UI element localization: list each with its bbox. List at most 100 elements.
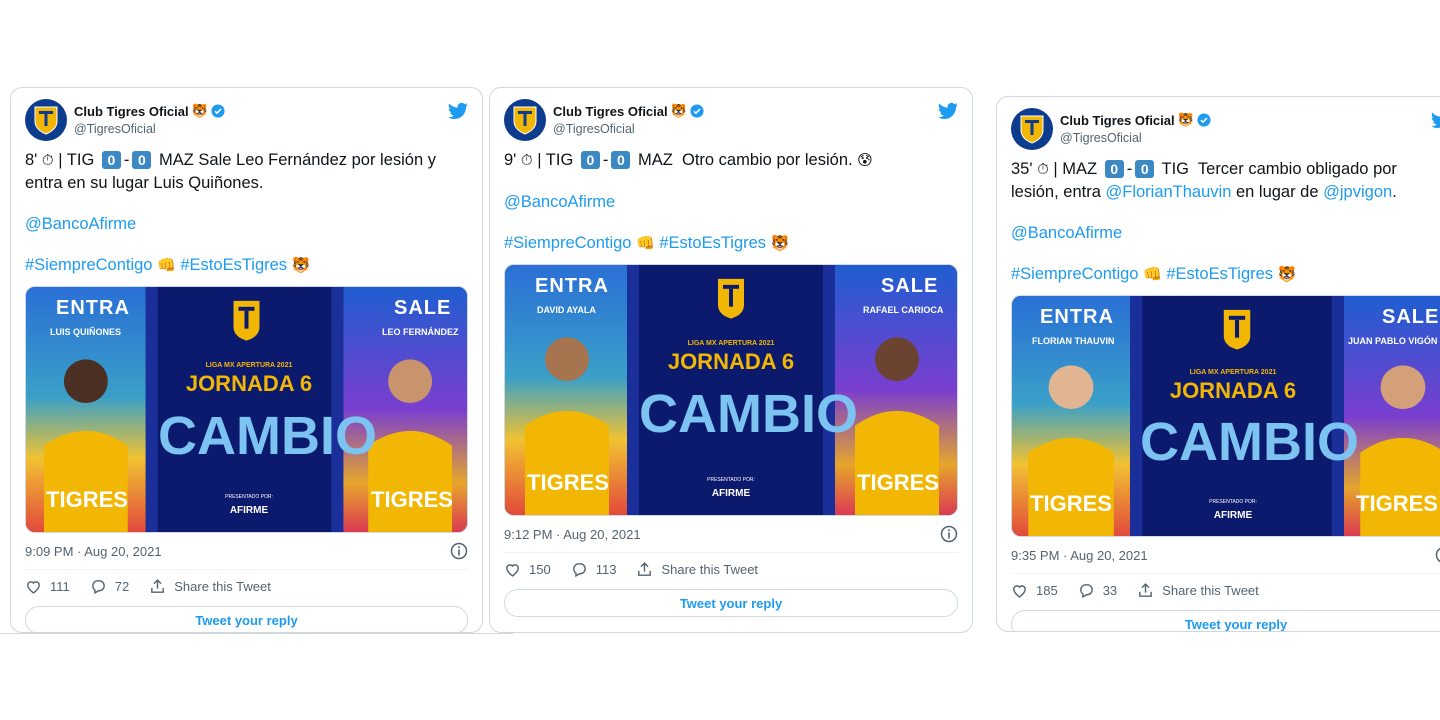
like-button[interactable]: 150 — [504, 561, 551, 578]
info-icon[interactable] — [1435, 546, 1440, 564]
avatar[interactable] — [1011, 108, 1053, 150]
card-sponsor: AFIRME — [229, 505, 269, 516]
hashtag-line: #SiempreContigo 👊 #EstoEsTigres 🐯 — [1011, 263, 1440, 286]
timestamp[interactable]: 9:35 PM · Aug 20, 2021 — [1011, 548, 1148, 563]
hashtag-link[interactable]: #SiempreContigo — [25, 256, 153, 274]
divider — [0, 633, 513, 634]
card-matchday: JORNADA 6 — [1169, 378, 1297, 403]
verified-badge-icon — [1197, 113, 1211, 127]
card-sponsor: AFIRME — [711, 488, 751, 499]
tweet-header: Club Tigres Oficial 🐯 @TigresOficial — [1011, 97, 1440, 157]
club-crest-icon — [1020, 115, 1044, 144]
mention-link[interactable]: @BancoAfirme — [504, 191, 958, 213]
tweet-card[interactable]: Club Tigres Oficial 🐯 @TigresOficial 35'… — [996, 96, 1440, 632]
hashtag-link[interactable]: #SiempreContigo — [504, 234, 632, 252]
twitter-bird-icon[interactable] — [1431, 111, 1440, 129]
heart-icon — [1013, 584, 1026, 598]
display-name-row[interactable]: Club Tigres Oficial 🐯 — [74, 103, 225, 119]
like-button[interactable]: 111 — [25, 578, 70, 595]
timestamp[interactable]: 9:09 PM · Aug 20, 2021 — [25, 544, 162, 559]
fist-emoji: 👊 — [1143, 266, 1162, 283]
card-jersey-text: TIGRES — [371, 487, 453, 512]
text-line-1: 35' ⏱ | MAZ 0-0 TIG Tercer cambio obliga… — [1011, 160, 1397, 178]
share-button[interactable]: Share this Tweet — [1137, 582, 1259, 599]
tweet-header: Club Tigres Oficial 🐯 @TigresOficial — [504, 88, 958, 148]
card-jersey-text: TIGRES — [857, 470, 939, 495]
display-name[interactable]: Club Tigres Oficial — [1060, 113, 1175, 128]
substitution-graphic[interactable]: ENTRA LUIS QUIÑONES SALE LEO FERNÁNDEZ L… — [25, 286, 468, 533]
tweet-header: Club Tigres Oficial 🐯 @TigresOficial — [25, 88, 468, 148]
text-line-1: 8' ⏱ | TIG 0-0 MAZ Sale Leo Fernández po… — [25, 151, 436, 169]
like-count: 111 — [50, 578, 70, 594]
tweet-your-reply-button[interactable]: Tweet your reply — [1011, 610, 1440, 631]
hashtag-link[interactable]: #SiempreContigo — [1011, 265, 1139, 283]
stopwatch-emoji: ⏱ — [41, 152, 54, 169]
timestamp[interactable]: 9:12 PM · Aug 20, 2021 — [504, 527, 641, 542]
card-out-label: SALE — [394, 297, 452, 319]
info-icon[interactable] — [940, 525, 958, 543]
display-name-row[interactable]: Club Tigres Oficial 🐯 — [553, 103, 704, 119]
hashtag-link[interactable]: #EstoEsTigres — [1166, 265, 1273, 283]
handle[interactable]: @TigresOficial — [553, 122, 704, 136]
reply-count-button[interactable]: 33 — [1078, 582, 1117, 599]
tweet-your-reply-button[interactable]: Tweet your reply — [25, 606, 468, 632]
card-in-label: ENTRA — [1040, 306, 1114, 328]
mention-link[interactable]: @jpvigon — [1323, 183, 1392, 201]
hashtag-link[interactable]: #EstoEsTigres — [659, 234, 766, 252]
share-button[interactable]: Share this Tweet — [149, 578, 271, 595]
fist-emoji: 👊 — [157, 257, 176, 274]
heart-icon — [27, 580, 40, 594]
card-out-player: RAFAEL CARIOCA — [863, 305, 944, 315]
text-line-2: lesión, entra @FlorianThauvin en lugar d… — [1011, 183, 1397, 201]
substitution-graphic[interactable]: ENTRA DAVID AYALA SALE RAFAEL CARIOCA LI… — [504, 264, 958, 516]
mention-link[interactable]: @BancoAfirme — [1011, 222, 1440, 244]
club-crest-icon — [34, 106, 58, 135]
card-league: LIGA MX APERTURA 2021 — [687, 340, 775, 347]
avatar[interactable] — [25, 99, 67, 141]
card-out-label: SALE — [881, 275, 939, 297]
share-label: Share this Tweet — [661, 561, 759, 577]
tweet-your-reply-button[interactable]: Tweet your reply — [504, 589, 958, 617]
mention-link[interactable]: @BancoAfirme — [25, 213, 468, 235]
hashtag-line: #SiempreContigo 👊 #EstoEsTigres 🐯 — [25, 254, 468, 277]
action-bar: 150 113 Share this Tweet — [504, 553, 958, 585]
reply-count: 33 — [1102, 582, 1118, 598]
card-presented: PRESENTADO POR: — [1209, 499, 1257, 505]
card-in-player: FLORIAN THAUVIN — [1032, 336, 1115, 346]
info-icon[interactable] — [450, 542, 468, 560]
reply-count-button[interactable]: 72 — [90, 578, 129, 595]
card-presented: PRESENTADO POR: — [707, 477, 755, 483]
text-line-1: 9' ⏱ | TIG 0-0 MAZ Otro cambio por lesió… — [504, 151, 873, 169]
score-keycap: 0 — [611, 151, 631, 169]
display-name-row[interactable]: Club Tigres Oficial 🐯 — [1060, 112, 1211, 128]
display-name[interactable]: Club Tigres Oficial — [553, 104, 668, 119]
score-keycap: 0 — [580, 151, 600, 169]
handle[interactable]: @TigresOficial — [74, 122, 225, 136]
substitution-graphic[interactable]: ENTRA FLORIAN THAUVIN SALE JUAN PABLO VI… — [1011, 295, 1440, 537]
share-button[interactable]: Share this Tweet — [636, 561, 758, 578]
share-label: Share this Tweet — [174, 578, 271, 594]
card-in-label: ENTRA — [56, 297, 130, 319]
tweet-card[interactable]: Club Tigres Oficial 🐯 @TigresOficial 9' … — [489, 87, 973, 633]
card-jersey-text: TIGRES — [1030, 491, 1112, 516]
score-keycap: 0 — [1135, 160, 1155, 178]
avatar[interactable] — [504, 99, 546, 141]
tiger-emoji: 🐯 — [191, 103, 208, 118]
display-name[interactable]: Club Tigres Oficial — [74, 104, 189, 119]
twitter-bird-icon[interactable] — [938, 102, 958, 120]
tiger-emoji: 🐯 — [770, 235, 790, 252]
tweet-card[interactable]: Club Tigres Oficial 🐯 @TigresOficial 8' … — [10, 87, 483, 633]
share-icon — [1139, 582, 1153, 597]
like-button[interactable]: 185 — [1011, 582, 1058, 599]
handle[interactable]: @TigresOficial — [1060, 131, 1211, 145]
tweet-meta: 9:09 PM · Aug 20, 2021 — [25, 533, 468, 569]
card-headline: CAMBIO — [639, 384, 858, 444]
hashtag-link[interactable]: #EstoEsTigres — [180, 256, 287, 274]
card-presented: PRESENTADO POR: — [225, 494, 273, 500]
twitter-bird-icon[interactable] — [448, 102, 468, 120]
reply-count-button[interactable]: 113 — [571, 561, 616, 578]
mention-link[interactable]: @FlorianThauvin — [1105, 183, 1231, 201]
share-icon — [151, 578, 165, 593]
tiger-emoji: 🐯 — [1177, 112, 1194, 127]
reply-icon — [91, 579, 105, 594]
